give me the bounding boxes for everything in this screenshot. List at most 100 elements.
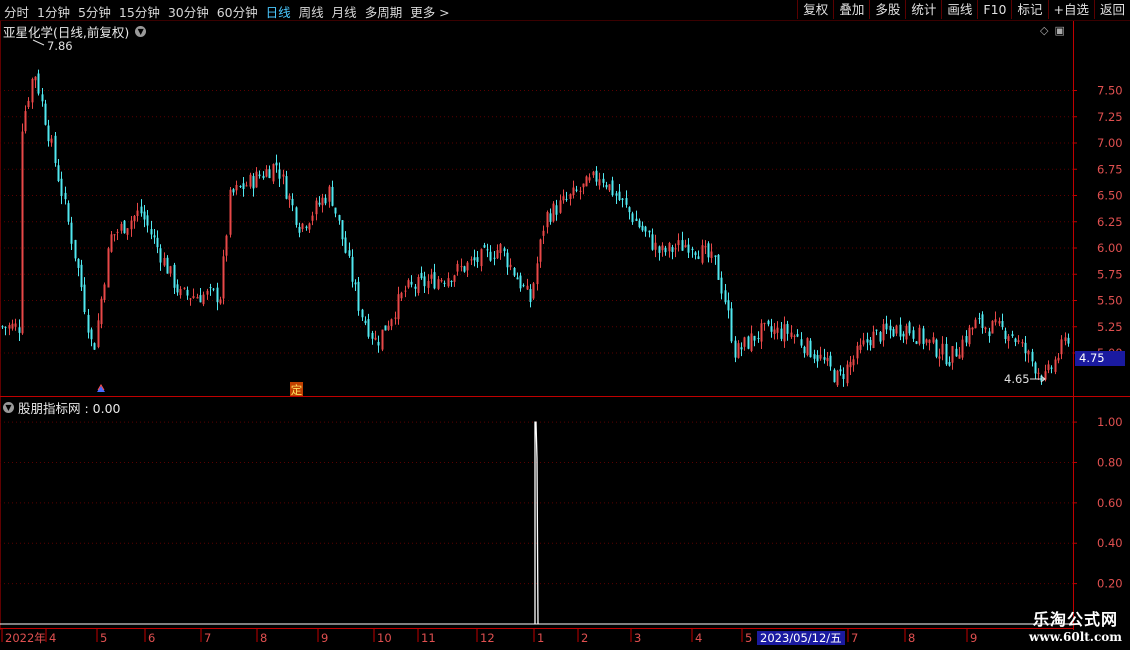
candle-body (724, 290, 727, 303)
candle-body (278, 169, 281, 179)
candle-body (196, 297, 199, 299)
candle-body (1004, 330, 1007, 340)
candle-body (57, 165, 60, 182)
candle-body (239, 185, 242, 187)
marker-label: 定 (291, 383, 303, 397)
diamond-icon[interactable]: ◇ (1040, 24, 1048, 37)
candle-body (50, 138, 53, 143)
indicator-tick-label: 0.80 (1097, 455, 1123, 469)
candle-body (862, 340, 865, 345)
candle-body (400, 292, 403, 299)
candle-body (938, 356, 941, 359)
price-tick-label: 6.00 (1097, 241, 1123, 255)
candle-body (879, 332, 882, 342)
indicator-title: 股朋指标网 : 0.00 (18, 401, 121, 416)
x-label: 12 (480, 631, 495, 645)
candle-body (136, 210, 139, 216)
candle-body (532, 283, 535, 299)
candle-body (628, 207, 631, 213)
candle-body (397, 294, 400, 320)
candle-body (1050, 367, 1053, 369)
candle-body (437, 279, 440, 289)
x-label: 2 (581, 631, 588, 645)
candle-body (103, 284, 106, 300)
candle-body (915, 341, 918, 344)
chevron-down-icon[interactable]: ▼ (3, 402, 14, 413)
candle-body (526, 285, 529, 290)
price-tick-label: 5.25 (1097, 320, 1123, 334)
candle-body (249, 174, 252, 187)
candle-body (842, 373, 845, 379)
candle-body (737, 343, 740, 358)
candle-body (902, 333, 905, 337)
candle-body (638, 220, 641, 228)
candle-body (988, 331, 991, 337)
candle-body (216, 287, 219, 303)
candle-body (674, 248, 677, 250)
candle-body (955, 348, 958, 357)
candle-body (242, 183, 245, 189)
candle-body (579, 190, 582, 192)
candle-body (453, 275, 456, 282)
chart-canvas[interactable]: 7.50 7.25 7.00 6.75 6.50 6.25 6.00 5.75 5.50 5.25… (0, 0, 1130, 650)
candle-body (394, 317, 397, 319)
candle-body (225, 235, 228, 256)
candle-body (173, 264, 176, 288)
candle-body (618, 191, 621, 200)
candle-body (130, 220, 133, 230)
candle-body (813, 354, 816, 359)
candle-body (430, 274, 433, 279)
candle-body (925, 339, 928, 343)
candle-body (694, 252, 697, 256)
candle-body (800, 339, 803, 346)
candle-body (466, 262, 469, 271)
candle-body (1047, 364, 1050, 371)
candle-body (24, 111, 27, 132)
candle-body (212, 288, 215, 290)
candle-body (819, 354, 822, 359)
candle-body (219, 299, 222, 304)
candle-body (918, 327, 921, 344)
candle-body (483, 245, 486, 248)
candle-body (258, 174, 261, 177)
candle-body (423, 276, 426, 287)
candle-body (846, 364, 849, 384)
x-label: 5 (745, 631, 752, 645)
panel-toggle-icon[interactable]: ▣ (1054, 24, 1064, 37)
candle-body (41, 94, 44, 102)
candle-body (743, 337, 746, 347)
candle-body (539, 239, 542, 262)
candle-body (770, 326, 773, 332)
candle-body (341, 220, 344, 240)
candle-body (644, 226, 647, 232)
candle-body (829, 355, 832, 367)
chevron-down-icon[interactable]: ▼ (135, 26, 147, 37)
candle-body (37, 73, 40, 94)
candle-body (763, 322, 766, 324)
candle-body (298, 226, 301, 233)
candle-body (384, 325, 387, 331)
highlight-date: 2023/05/12/五 (757, 631, 845, 645)
candle-body (8, 325, 11, 329)
candle-body (958, 354, 961, 359)
candle-body (701, 245, 704, 263)
watermark-title: 乐淘公式网 (1033, 610, 1119, 629)
candle-body (176, 284, 179, 293)
candle-body (232, 189, 235, 193)
candle-body (262, 175, 265, 178)
candle-body (816, 355, 819, 362)
x-label: 8 (260, 631, 267, 645)
candle-body (513, 267, 516, 276)
candle-body (796, 334, 799, 337)
candle-body (427, 280, 430, 288)
candle-body (932, 337, 935, 343)
high-price-label: 7.86 (47, 39, 73, 53)
candle-body (496, 250, 499, 259)
candle-body (687, 244, 690, 253)
candle-body (734, 340, 737, 358)
candle-body (291, 198, 294, 206)
candle-body (661, 245, 664, 251)
price-tick-label: 7.50 (1097, 84, 1123, 98)
candle-body (922, 328, 925, 344)
candle-body (654, 242, 657, 250)
